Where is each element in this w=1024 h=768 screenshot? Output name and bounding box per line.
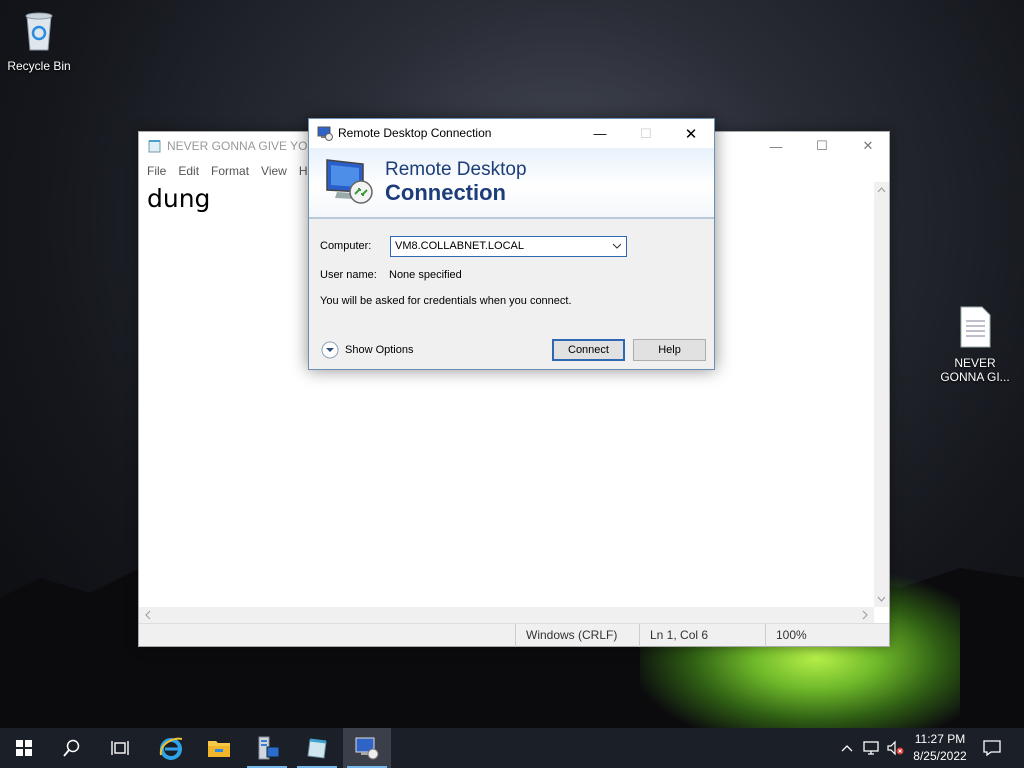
internet-explorer-icon xyxy=(159,737,183,760)
notepad-icon xyxy=(148,140,161,153)
status-line-ending: Windows (CRLF) xyxy=(515,624,639,647)
desktop-icon-never-gonna[interactable]: NEVER GONNA GI... xyxy=(937,305,1013,384)
taskbar-notepad[interactable] xyxy=(293,728,341,768)
notepad-icon xyxy=(307,738,327,759)
minimize-button[interactable]: — xyxy=(577,119,623,148)
help-button[interactable]: Help xyxy=(633,339,706,361)
remote-desktop-dialog[interactable]: Remote Desktop Connection — ☐ ✕ Remote D… xyxy=(308,118,715,370)
show-options-label: Show Options xyxy=(345,344,414,356)
desktop-icon-label: Recycle Bin xyxy=(7,59,71,73)
task-view-button[interactable] xyxy=(96,728,144,768)
credentials-info: You will be asked for credentials when y… xyxy=(320,295,572,307)
rdc-titlebar[interactable]: Remote Desktop Connection — ☐ ✕ xyxy=(309,119,714,148)
network-tray-button[interactable] xyxy=(860,728,882,768)
scroll-up-icon[interactable] xyxy=(874,184,889,196)
text-document-icon xyxy=(960,306,991,348)
rdc-banner: Remote Desktop Connection xyxy=(309,148,714,219)
expand-circle-icon xyxy=(321,341,339,359)
horizontal-scrollbar[interactable] xyxy=(139,607,874,623)
notepad-title: NEVER GONNA GIVE YOU I xyxy=(167,139,323,153)
chevron-up-icon xyxy=(841,745,853,752)
scroll-right-icon[interactable] xyxy=(859,607,871,623)
username-label: User name: xyxy=(320,269,377,281)
task-view-icon xyxy=(111,741,129,755)
start-icon xyxy=(16,740,32,756)
show-options-toggle[interactable]: Show Options xyxy=(321,341,413,359)
username-value: None specified xyxy=(389,269,462,281)
close-button[interactable]: ✕ xyxy=(668,119,714,148)
status-zoom: 100% xyxy=(765,624,875,647)
status-position: Ln 1, Col 6 xyxy=(639,624,765,647)
taskbar-file-explorer[interactable] xyxy=(195,728,243,768)
menu-format[interactable]: Format xyxy=(205,164,255,178)
taskbar-remote-desktop[interactable] xyxy=(343,728,391,768)
show-hidden-icons-button[interactable] xyxy=(838,728,856,768)
taskbar-clock[interactable]: 11:27 PM 8/25/2022 xyxy=(905,731,975,765)
vertical-scrollbar[interactable] xyxy=(874,182,889,607)
scroll-down-icon[interactable] xyxy=(874,593,889,605)
volume-tray-button[interactable] xyxy=(884,728,906,768)
clock-time: 11:27 PM xyxy=(914,732,966,746)
taskbar: 11:27 PM 8/25/2022 xyxy=(0,728,1024,768)
rdc-title: Remote Desktop Connection xyxy=(338,126,492,140)
search-icon xyxy=(63,739,80,757)
minimize-button[interactable]: — xyxy=(753,132,799,160)
taskbar-server-manager[interactable] xyxy=(243,728,291,768)
connect-button[interactable]: Connect xyxy=(552,339,625,361)
remote-desktop-small-icon xyxy=(317,126,333,141)
notepad-statusbar: Windows (CRLF) Ln 1, Col 6 100% xyxy=(139,623,889,647)
computer-label: Computer: xyxy=(320,240,372,252)
file-explorer-icon xyxy=(208,741,230,757)
volume-muted-icon xyxy=(887,740,904,756)
menu-file[interactable]: File xyxy=(141,164,172,178)
desktop-icon-recycle-bin[interactable]: Recycle Bin xyxy=(1,8,77,73)
scroll-left-icon[interactable] xyxy=(142,607,154,623)
server-manager-icon xyxy=(258,736,280,760)
clock-date: 8/25/2022 xyxy=(913,749,967,763)
network-icon xyxy=(863,741,879,755)
remote-desktop-icon xyxy=(355,737,379,760)
menu-edit[interactable]: Edit xyxy=(172,164,205,178)
chevron-down-icon[interactable] xyxy=(612,240,622,252)
action-center-button[interactable] xyxy=(978,728,1006,768)
banner-title-line1: Remote Desktop xyxy=(385,159,527,180)
taskbar-internet-explorer[interactable] xyxy=(147,728,195,768)
maximize-button: ☐ xyxy=(640,125,652,141)
search-button[interactable] xyxy=(48,728,96,768)
computer-value: VM8.COLLABNET.LOCAL xyxy=(395,240,524,252)
computer-combobox[interactable]: VM8.COLLABNET.LOCAL xyxy=(390,236,627,257)
menu-view[interactable]: View xyxy=(255,164,293,178)
desktop-icon-label: NEVER GONNA GI... xyxy=(940,356,1010,384)
maximize-button[interactable]: ☐ xyxy=(799,132,845,160)
banner-title-line2: Connection xyxy=(385,180,506,205)
start-button[interactable] xyxy=(0,728,48,768)
recycle-bin-icon xyxy=(25,12,53,51)
notification-icon xyxy=(983,740,1001,756)
close-button[interactable]: ✕ xyxy=(845,132,891,160)
remote-desktop-logo-icon xyxy=(326,159,373,204)
